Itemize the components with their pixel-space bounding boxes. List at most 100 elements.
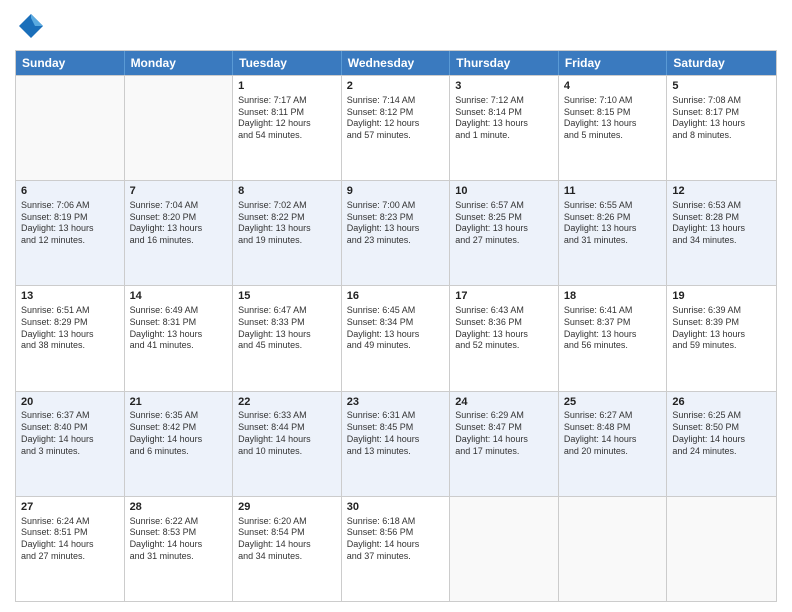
cell-content: Sunrise: 6:45 AM Sunset: 8:34 PM Dayligh… [347, 305, 445, 352]
day-number: 16 [347, 289, 445, 304]
cell-content: Sunrise: 7:08 AM Sunset: 8:17 PM Dayligh… [672, 95, 771, 142]
calendar-cell: 23Sunrise: 6:31 AM Sunset: 8:45 PM Dayli… [342, 392, 451, 496]
cell-content: Sunrise: 7:12 AM Sunset: 8:14 PM Dayligh… [455, 95, 553, 142]
cell-content: Sunrise: 6:24 AM Sunset: 8:51 PM Dayligh… [21, 516, 119, 563]
cell-content: Sunrise: 7:00 AM Sunset: 8:23 PM Dayligh… [347, 200, 445, 247]
calendar-cell: 30Sunrise: 6:18 AM Sunset: 8:56 PM Dayli… [342, 497, 451, 601]
calendar-cell: 16Sunrise: 6:45 AM Sunset: 8:34 PM Dayli… [342, 286, 451, 390]
calendar-cell: 14Sunrise: 6:49 AM Sunset: 8:31 PM Dayli… [125, 286, 234, 390]
cell-content: Sunrise: 7:04 AM Sunset: 8:20 PM Dayligh… [130, 200, 228, 247]
day-number: 28 [130, 500, 228, 515]
calendar-cell: 25Sunrise: 6:27 AM Sunset: 8:48 PM Dayli… [559, 392, 668, 496]
day-number: 27 [21, 500, 119, 515]
calendar-cell: 17Sunrise: 6:43 AM Sunset: 8:36 PM Dayli… [450, 286, 559, 390]
calendar-cell [559, 497, 668, 601]
day-number: 4 [564, 79, 662, 94]
day-number: 24 [455, 395, 553, 410]
cell-content: Sunrise: 6:20 AM Sunset: 8:54 PM Dayligh… [238, 516, 336, 563]
calendar-cell: 20Sunrise: 6:37 AM Sunset: 8:40 PM Dayli… [16, 392, 125, 496]
cell-content: Sunrise: 7:14 AM Sunset: 8:12 PM Dayligh… [347, 95, 445, 142]
day-number: 6 [21, 184, 119, 199]
day-number: 13 [21, 289, 119, 304]
calendar-cell: 3Sunrise: 7:12 AM Sunset: 8:14 PM Daylig… [450, 76, 559, 180]
day-number: 19 [672, 289, 771, 304]
day-number: 29 [238, 500, 336, 515]
day-number: 9 [347, 184, 445, 199]
calendar-header-cell: Monday [125, 51, 234, 75]
day-number: 20 [21, 395, 119, 410]
calendar-header-cell: Tuesday [233, 51, 342, 75]
calendar-cell: 24Sunrise: 6:29 AM Sunset: 8:47 PM Dayli… [450, 392, 559, 496]
cell-content: Sunrise: 6:35 AM Sunset: 8:42 PM Dayligh… [130, 410, 228, 457]
calendar-cell: 4Sunrise: 7:10 AM Sunset: 8:15 PM Daylig… [559, 76, 668, 180]
day-number: 3 [455, 79, 553, 94]
calendar-cell: 13Sunrise: 6:51 AM Sunset: 8:29 PM Dayli… [16, 286, 125, 390]
day-number: 18 [564, 289, 662, 304]
calendar-row: 20Sunrise: 6:37 AM Sunset: 8:40 PM Dayli… [16, 391, 776, 496]
cell-content: Sunrise: 6:53 AM Sunset: 8:28 PM Dayligh… [672, 200, 771, 247]
calendar-cell [16, 76, 125, 180]
calendar-header-row: SundayMondayTuesdayWednesdayThursdayFrid… [16, 51, 776, 75]
calendar-row: 27Sunrise: 6:24 AM Sunset: 8:51 PM Dayli… [16, 496, 776, 601]
calendar-row: 1Sunrise: 7:17 AM Sunset: 8:11 PM Daylig… [16, 75, 776, 180]
day-number: 14 [130, 289, 228, 304]
day-number: 26 [672, 395, 771, 410]
calendar-cell: 28Sunrise: 6:22 AM Sunset: 8:53 PM Dayli… [125, 497, 234, 601]
day-number: 22 [238, 395, 336, 410]
day-number: 21 [130, 395, 228, 410]
cell-content: Sunrise: 6:27 AM Sunset: 8:48 PM Dayligh… [564, 410, 662, 457]
calendar-row: 6Sunrise: 7:06 AM Sunset: 8:19 PM Daylig… [16, 180, 776, 285]
calendar-header-cell: Friday [559, 51, 668, 75]
cell-content: Sunrise: 6:37 AM Sunset: 8:40 PM Dayligh… [21, 410, 119, 457]
cell-content: Sunrise: 6:22 AM Sunset: 8:53 PM Dayligh… [130, 516, 228, 563]
cell-content: Sunrise: 6:25 AM Sunset: 8:50 PM Dayligh… [672, 410, 771, 457]
calendar-cell: 27Sunrise: 6:24 AM Sunset: 8:51 PM Dayli… [16, 497, 125, 601]
cell-content: Sunrise: 7:06 AM Sunset: 8:19 PM Dayligh… [21, 200, 119, 247]
cell-content: Sunrise: 6:49 AM Sunset: 8:31 PM Dayligh… [130, 305, 228, 352]
day-number: 11 [564, 184, 662, 199]
calendar: SundayMondayTuesdayWednesdayThursdayFrid… [15, 50, 777, 602]
cell-content: Sunrise: 6:51 AM Sunset: 8:29 PM Dayligh… [21, 305, 119, 352]
day-number: 25 [564, 395, 662, 410]
cell-content: Sunrise: 7:17 AM Sunset: 8:11 PM Dayligh… [238, 95, 336, 142]
calendar-cell: 22Sunrise: 6:33 AM Sunset: 8:44 PM Dayli… [233, 392, 342, 496]
calendar-cell: 15Sunrise: 6:47 AM Sunset: 8:33 PM Dayli… [233, 286, 342, 390]
day-number: 17 [455, 289, 553, 304]
cell-content: Sunrise: 6:31 AM Sunset: 8:45 PM Dayligh… [347, 410, 445, 457]
calendar-cell [667, 497, 776, 601]
cell-content: Sunrise: 6:57 AM Sunset: 8:25 PM Dayligh… [455, 200, 553, 247]
calendar-cell: 18Sunrise: 6:41 AM Sunset: 8:37 PM Dayli… [559, 286, 668, 390]
calendar-cell: 8Sunrise: 7:02 AM Sunset: 8:22 PM Daylig… [233, 181, 342, 285]
page: SundayMondayTuesdayWednesdayThursdayFrid… [0, 0, 792, 612]
day-number: 1 [238, 79, 336, 94]
day-number: 10 [455, 184, 553, 199]
cell-content: Sunrise: 6:33 AM Sunset: 8:44 PM Dayligh… [238, 410, 336, 457]
calendar-cell: 29Sunrise: 6:20 AM Sunset: 8:54 PM Dayli… [233, 497, 342, 601]
day-number: 7 [130, 184, 228, 199]
logo-icon [15, 10, 47, 42]
calendar-cell: 19Sunrise: 6:39 AM Sunset: 8:39 PM Dayli… [667, 286, 776, 390]
calendar-cell: 12Sunrise: 6:53 AM Sunset: 8:28 PM Dayli… [667, 181, 776, 285]
calendar-cell: 5Sunrise: 7:08 AM Sunset: 8:17 PM Daylig… [667, 76, 776, 180]
calendar-cell: 21Sunrise: 6:35 AM Sunset: 8:42 PM Dayli… [125, 392, 234, 496]
calendar-header-cell: Saturday [667, 51, 776, 75]
calendar-cell: 11Sunrise: 6:55 AM Sunset: 8:26 PM Dayli… [559, 181, 668, 285]
cell-content: Sunrise: 6:18 AM Sunset: 8:56 PM Dayligh… [347, 516, 445, 563]
day-number: 30 [347, 500, 445, 515]
calendar-cell: 6Sunrise: 7:06 AM Sunset: 8:19 PM Daylig… [16, 181, 125, 285]
calendar-header-cell: Sunday [16, 51, 125, 75]
day-number: 15 [238, 289, 336, 304]
day-number: 8 [238, 184, 336, 199]
calendar-cell: 1Sunrise: 7:17 AM Sunset: 8:11 PM Daylig… [233, 76, 342, 180]
cell-content: Sunrise: 6:41 AM Sunset: 8:37 PM Dayligh… [564, 305, 662, 352]
logo [15, 10, 51, 42]
calendar-header-cell: Thursday [450, 51, 559, 75]
calendar-row: 13Sunrise: 6:51 AM Sunset: 8:29 PM Dayli… [16, 285, 776, 390]
cell-content: Sunrise: 6:29 AM Sunset: 8:47 PM Dayligh… [455, 410, 553, 457]
day-number: 23 [347, 395, 445, 410]
calendar-cell: 10Sunrise: 6:57 AM Sunset: 8:25 PM Dayli… [450, 181, 559, 285]
cell-content: Sunrise: 7:10 AM Sunset: 8:15 PM Dayligh… [564, 95, 662, 142]
cell-content: Sunrise: 7:02 AM Sunset: 8:22 PM Dayligh… [238, 200, 336, 247]
calendar-cell: 26Sunrise: 6:25 AM Sunset: 8:50 PM Dayli… [667, 392, 776, 496]
calendar-cell: 9Sunrise: 7:00 AM Sunset: 8:23 PM Daylig… [342, 181, 451, 285]
